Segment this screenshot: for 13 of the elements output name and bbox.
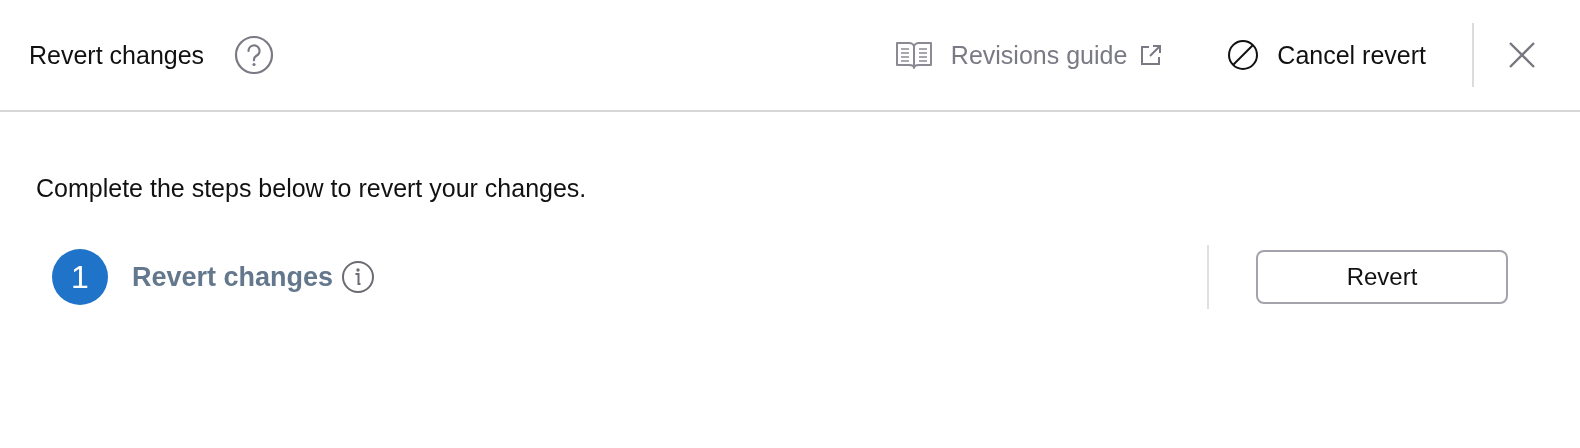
step-label: Revert changes <box>132 261 334 293</box>
help-icon[interactable] <box>234 35 275 75</box>
cancel-icon <box>1227 39 1260 71</box>
revisions-guide-link[interactable]: Revisions guide <box>894 40 1164 70</box>
close-button[interactable] <box>1508 41 1536 69</box>
instructions-text: Complete the steps below to revert your changes. <box>36 174 588 203</box>
cancel-revert-button[interactable]: Cancel revert <box>1227 39 1426 71</box>
revert-button[interactable]: Revert <box>1256 250 1508 304</box>
step-number: 1 <box>52 249 108 305</box>
external-link-icon <box>1139 43 1164 67</box>
dialog-title: Revert changes <box>29 40 205 70</box>
info-icon[interactable] <box>341 260 376 294</box>
book-icon <box>894 40 933 70</box>
